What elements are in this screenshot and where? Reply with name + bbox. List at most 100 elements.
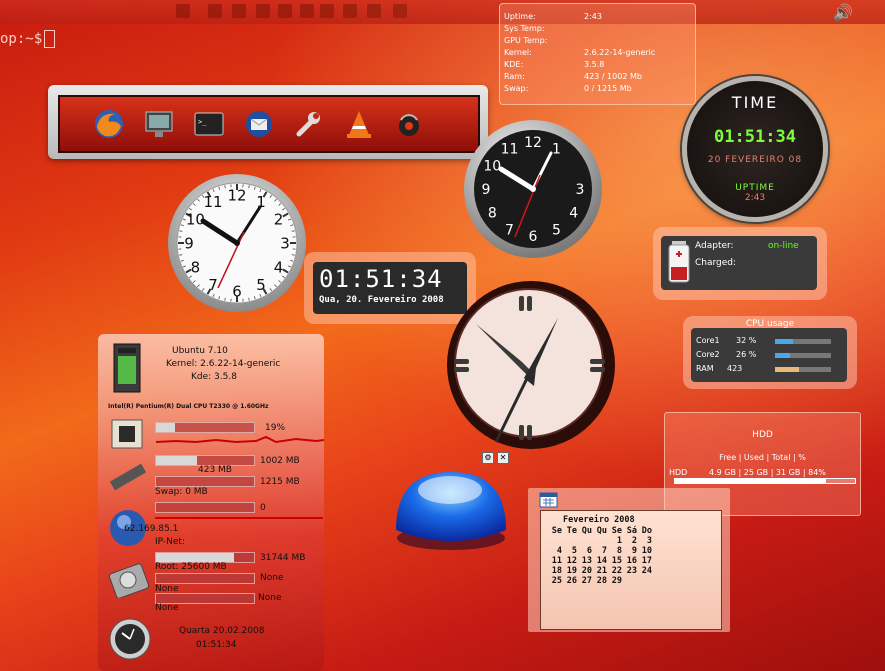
- calendar-day[interactable]: 7: [592, 546, 607, 556]
- speaker-icon[interactable]: 🔊: [833, 3, 853, 22]
- ram-used: 423 MB: [198, 465, 232, 475]
- sysinfo-value: 2:43: [584, 12, 602, 21]
- panel-icon[interactable]: [300, 4, 314, 18]
- calendar-day[interactable]: 3: [637, 536, 652, 546]
- disk2-value: None: [258, 593, 282, 603]
- calendar-day[interactable]: 26: [562, 576, 577, 586]
- clock-pin: [234, 240, 240, 246]
- firefox-icon[interactable]: [92, 107, 126, 141]
- ram-bar: [775, 367, 831, 372]
- calendar-day[interactable]: 28: [592, 576, 607, 586]
- calendar-day[interactable]: 16: [622, 556, 637, 566]
- wrench-icon[interactable]: [292, 107, 326, 141]
- calendar-day[interactable]: 27: [577, 576, 592, 586]
- calendar-day[interactable]: 14: [592, 556, 607, 566]
- calendar-day[interactable]: 23: [622, 566, 637, 576]
- hour-marker: [590, 367, 605, 372]
- calendar-day[interactable]: 6: [577, 546, 592, 556]
- sysinfo-label: GPU Temp:: [504, 36, 548, 45]
- calendar-week-row: 4 5 6 7 8 9 10: [547, 546, 652, 556]
- swap-used: Swap: 0 MB: [155, 487, 208, 497]
- disk1-value: None: [260, 573, 284, 583]
- thunderbird-icon[interactable]: [242, 107, 276, 141]
- calendar-day[interactable]: 17: [637, 556, 652, 566]
- settings-icon[interactable]: ⚙: [482, 452, 494, 464]
- panel-icon[interactable]: [232, 4, 246, 18]
- clock-number: 10: [483, 159, 501, 175]
- panel-icon[interactable]: [256, 4, 270, 18]
- white-analog-clock[interactable]: 12 1234567891011: [166, 172, 308, 314]
- calendar-day: [637, 576, 652, 586]
- clock-number: 12: [227, 186, 246, 204]
- monitor-date: Quarta 20.02.2008: [179, 626, 265, 636]
- panel-icon[interactable]: [393, 4, 407, 18]
- calendar-day[interactable]: 25: [547, 576, 562, 586]
- large-analog-clock[interactable]: [440, 274, 622, 460]
- glossy-orb-icon[interactable]: [392, 468, 510, 552]
- calendar-day[interactable]: 18: [547, 566, 562, 576]
- calendar-day: [547, 536, 562, 546]
- panel-icon[interactable]: [367, 4, 381, 18]
- black-analog-clock[interactable]: 12 1 3 45678 9 1011: [463, 119, 603, 259]
- calendar-day[interactable]: 5: [562, 546, 577, 556]
- clock-face: [454, 288, 604, 438]
- clock-number: 6: [232, 282, 242, 300]
- swap-total: 1215 MB: [260, 477, 300, 487]
- calendar-day[interactable]: 11: [547, 556, 562, 566]
- calendar-week-row: 25 26 27 28 29: [547, 576, 652, 586]
- terminal-icon[interactable]: >_: [192, 107, 226, 141]
- kernel-version: Kernel: 2.6.22-14-generic: [166, 359, 281, 369]
- close-icon[interactable]: ✕: [497, 452, 509, 464]
- clock-number: 2: [274, 210, 284, 228]
- monitor-time: 01:51:34: [196, 640, 237, 650]
- vlc-icon[interactable]: [342, 107, 376, 141]
- battery-panel: Adapter: on-line Charged:: [661, 236, 817, 290]
- hdd-values: 4.9 GB | 25 GB | 31 GB | 84%: [709, 468, 826, 477]
- calendar-day: [577, 536, 592, 546]
- calendar-day[interactable]: 21: [592, 566, 607, 576]
- panel-icon[interactable]: [208, 4, 222, 18]
- cpu-model: Intel(R) Pentium(R) Dual CPU T2330 @ 1.6…: [108, 403, 269, 410]
- sysinfo-row: Ram: 423 / 1002 Mb: [504, 72, 642, 81]
- time-widget-title: TIME: [731, 93, 779, 112]
- time-widget: TIME 01:51:34 20 FEVEREIRO 08 UPTIME 2:4…: [682, 76, 828, 222]
- clock-number: 11: [501, 141, 519, 157]
- hour-marker: [590, 359, 605, 364]
- calendar-day[interactable]: 10: [637, 546, 652, 556]
- network-graph: [155, 517, 323, 519]
- calendar-day[interactable]: 12: [562, 556, 577, 566]
- calendar-day[interactable]: 9: [622, 546, 637, 556]
- terminal-prompt[interactable]: op:~$: [0, 30, 56, 48]
- system-info-panel: Uptime: 2:43 Sys Temp: GPU Temp: Kernel: 2…: [499, 3, 696, 105]
- calendar-day[interactable]: 15: [607, 556, 622, 566]
- panel-icon[interactable]: [320, 4, 334, 18]
- calendar-day[interactable]: 22: [607, 566, 622, 576]
- calendar-day[interactable]: 20: [577, 566, 592, 576]
- calendar-day[interactable]: 1: [607, 536, 622, 546]
- uptime-label: UPTIME: [735, 183, 775, 193]
- sysinfo-value: 3.5.8: [584, 60, 605, 69]
- calendar-day[interactable]: 13: [577, 556, 592, 566]
- calendar-day[interactable]: 8: [607, 546, 622, 556]
- panel-icon[interactable]: [278, 4, 292, 18]
- cpu-usage-widget: CPU usage Core1 32 % Core2 26 % RAM 423: [683, 316, 857, 389]
- calendar-day[interactable]: 29: [607, 576, 622, 586]
- panel-icon[interactable]: [176, 4, 190, 18]
- panel-icon[interactable]: [343, 4, 357, 18]
- uptime-value: 2:43: [744, 193, 766, 203]
- clock-icon: [109, 618, 151, 660]
- sysinfo-row: KDE: 3.5.8: [504, 60, 604, 69]
- calendar-day[interactable]: 24: [637, 566, 652, 576]
- cpu-usage-panel: Core1 32 % Core2 26 % RAM 423: [691, 328, 847, 382]
- calendar-day[interactable]: 2: [622, 536, 637, 546]
- core2-bar: [775, 353, 831, 358]
- calendar-day[interactable]: 19: [562, 566, 577, 576]
- weekday-label: Sá: [626, 526, 637, 536]
- text-cursor: [44, 30, 56, 48]
- monitor-icon[interactable]: [142, 107, 176, 141]
- calendar-icon[interactable]: [539, 492, 558, 508]
- clock-number: 8: [191, 258, 201, 276]
- clock-number: 9: [184, 234, 194, 252]
- audio-player-icon[interactable]: [392, 107, 426, 141]
- calendar-day[interactable]: 4: [547, 546, 562, 556]
